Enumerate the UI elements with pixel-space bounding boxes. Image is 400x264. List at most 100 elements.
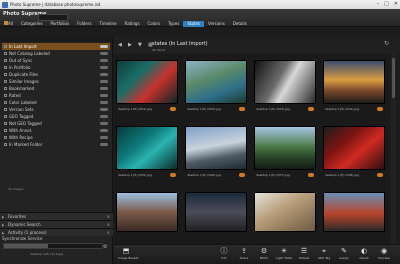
- version-badge[interactable]: [308, 173, 314, 177]
- info-button[interactable]: ⓘ Info: [216, 247, 232, 260]
- list-item[interactable]: Not Catalog Labeled: [2, 50, 110, 57]
- panel-header: [0, 37, 112, 42]
- version-badge[interactable]: [239, 173, 245, 177]
- accordion-activity[interactable]: ▶ Activity (1 process) ✕: [0, 228, 113, 236]
- list-item-label: Not GEO Tagged: [9, 121, 42, 126]
- count-badge: [100, 115, 108, 118]
- photo-thumbnail[interactable]: [185, 126, 247, 170]
- list-item[interactable]: Bookmarked: [2, 85, 110, 92]
- list-item[interactable]: Color Labeled: [2, 99, 110, 106]
- list-item-label: Not Catalog Labeled: [9, 51, 50, 56]
- tab-timeline[interactable]: Timeline: [96, 21, 121, 27]
- state-list: In Last Import Not Catalog Labeled Out of …: [2, 43, 110, 148]
- thumbnail-item[interactable]: [114, 186, 180, 236]
- thumbnail-item[interactable]: [252, 186, 318, 236]
- checkbox-icon: [4, 66, 7, 69]
- photo-thumbnail[interactable]: [323, 126, 385, 170]
- tab-states[interactable]: States: [183, 21, 205, 27]
- batch-icon: ⚙: [260, 247, 268, 255]
- refresh-icon[interactable]: ↻: [384, 40, 389, 47]
- photo-thumbnail[interactable]: [185, 60, 247, 104]
- minimize-button[interactable]: –: [377, 1, 380, 7]
- photo-thumbnail[interactable]: [323, 192, 385, 232]
- list-item[interactable]: With Annot.: [2, 127, 110, 134]
- forward-icon[interactable]: ▶: [128, 42, 132, 48]
- thumbnail-item[interactable]: desktop 1(H) (008).jpg: [321, 120, 387, 184]
- accordion-favorites[interactable]: ▶ Favorites ✕: [0, 212, 113, 220]
- list-item[interactable]: In Marked Folder: [2, 141, 110, 148]
- photo-thumbnail[interactable]: [254, 192, 316, 232]
- tab-details[interactable]: Details: [229, 21, 251, 27]
- list-item-label: Out of Sync: [9, 58, 33, 63]
- light-table-button[interactable]: ☀ Light Table: [276, 247, 292, 260]
- back-icon[interactable]: ◀: [118, 42, 122, 48]
- maximize-button[interactable]: □: [384, 1, 389, 7]
- adjust-button[interactable]: ◐ Adjust: [356, 247, 372, 260]
- bottom-toolbar: ⬒ Image Basket ⓘ Info ⇪ Share ⚙ Batch ☀ Light Tab…: [114, 244, 400, 264]
- close-icon[interactable]: ✕: [107, 222, 110, 227]
- file-name: desktop 1(H) (005).jpg: [118, 173, 153, 177]
- image-basket-button[interactable]: ⬒ Image Basket: [118, 247, 138, 260]
- close-icon[interactable]: ✕: [107, 214, 110, 219]
- list-item[interactable]: GEO Tagged: [2, 113, 110, 120]
- tab-colors[interactable]: Colors: [144, 21, 165, 27]
- photo-thumbnail[interactable]: [254, 126, 316, 170]
- thumbnail-item[interactable]: desktop 1(H) (004).jpg: [321, 54, 387, 118]
- preview-button[interactable]: ◉ Preview: [376, 247, 392, 260]
- share-button[interactable]: ⇪ Share: [236, 247, 252, 260]
- batch-button[interactable]: ⚙ Batch: [256, 247, 272, 260]
- thumbnail-item[interactable]: desktop 1(H) (003).jpg: [252, 54, 318, 118]
- assign-button[interactable]: ✎ Assign: [336, 247, 352, 260]
- database-field[interactable]: [38, 14, 68, 21]
- photo-thumbnail[interactable]: [323, 60, 385, 104]
- version-badge[interactable]: [239, 107, 245, 111]
- list-item[interactable]: In Portfolio: [2, 64, 110, 71]
- geo-tag-button[interactable]: ⌖ GEO Tag: [316, 247, 332, 260]
- list-item[interactable]: Version Sets: [2, 106, 110, 113]
- thumbnail-item[interactable]: desktop 1(H) (001).jpg: [114, 54, 180, 118]
- tab-ratings[interactable]: Ratings: [121, 21, 144, 27]
- list-item[interactable]: Rated: [2, 92, 110, 99]
- tab-portfolios[interactable]: Portfolios: [47, 21, 74, 27]
- list-item[interactable]: With Recipe: [2, 134, 110, 141]
- tab-folders[interactable]: Folders: [73, 21, 95, 27]
- list-item[interactable]: In Last Import: [2, 43, 110, 50]
- list-item[interactable]: Similar Images: [2, 78, 110, 85]
- version-badge[interactable]: [170, 107, 176, 111]
- photo-thumbnail[interactable]: [116, 126, 178, 170]
- thumbnail-item[interactable]: desktop 1(H) (005).jpg: [114, 120, 180, 184]
- version-badge[interactable]: [308, 107, 314, 111]
- photo-thumbnail[interactable]: [254, 60, 316, 104]
- count-badge: [100, 136, 108, 139]
- photo-thumbnail[interactable]: [185, 192, 247, 232]
- list-item-label: Rated: [9, 93, 21, 98]
- details-button[interactable]: ☰ Details: [296, 247, 312, 260]
- accordion-dynamic-search[interactable]: ▶ Dynamic Search ✕: [0, 220, 113, 228]
- tab-types[interactable]: Types: [164, 21, 183, 27]
- thumbnail-item[interactable]: desktop 1(H) (007).jpg: [252, 120, 318, 184]
- thumbnail-item[interactable]: [321, 186, 387, 236]
- close-icon[interactable]: ✕: [107, 230, 110, 235]
- thumbnail-item[interactable]: desktop 1(H) (002).jpg: [183, 54, 249, 118]
- list-item[interactable]: Duplicate Files: [2, 71, 110, 78]
- photo-thumbnail[interactable]: [116, 60, 178, 104]
- list-item[interactable]: Out of Sync: [2, 57, 110, 64]
- version-badge[interactable]: [377, 173, 383, 177]
- version-badge[interactable]: [377, 107, 383, 111]
- filter-icon[interactable]: ▼: [138, 42, 142, 48]
- thumbnail-item[interactable]: [183, 186, 249, 236]
- checkbox-icon: [4, 52, 7, 55]
- thumbnail-item[interactable]: desktop 1(H) (006).jpg: [183, 120, 249, 184]
- vertical-scrollbar[interactable]: [391, 54, 396, 244]
- tab-versions[interactable]: Versions: [204, 21, 229, 27]
- list-item[interactable]: Not GEO Tagged: [2, 120, 110, 127]
- close-button[interactable]: ✕: [394, 1, 398, 7]
- details-icon: ☰: [300, 247, 308, 255]
- accordion-label: Dynamic Search: [8, 222, 41, 227]
- gear-icon[interactable]: ⚙: [103, 244, 107, 250]
- tab-categories[interactable]: Categories: [17, 21, 47, 27]
- checkbox-icon: [4, 94, 7, 97]
- file-name: desktop 1(H) (002).jpg: [187, 107, 222, 111]
- version-badge[interactable]: [170, 173, 176, 177]
- photo-thumbnail[interactable]: [116, 192, 178, 232]
